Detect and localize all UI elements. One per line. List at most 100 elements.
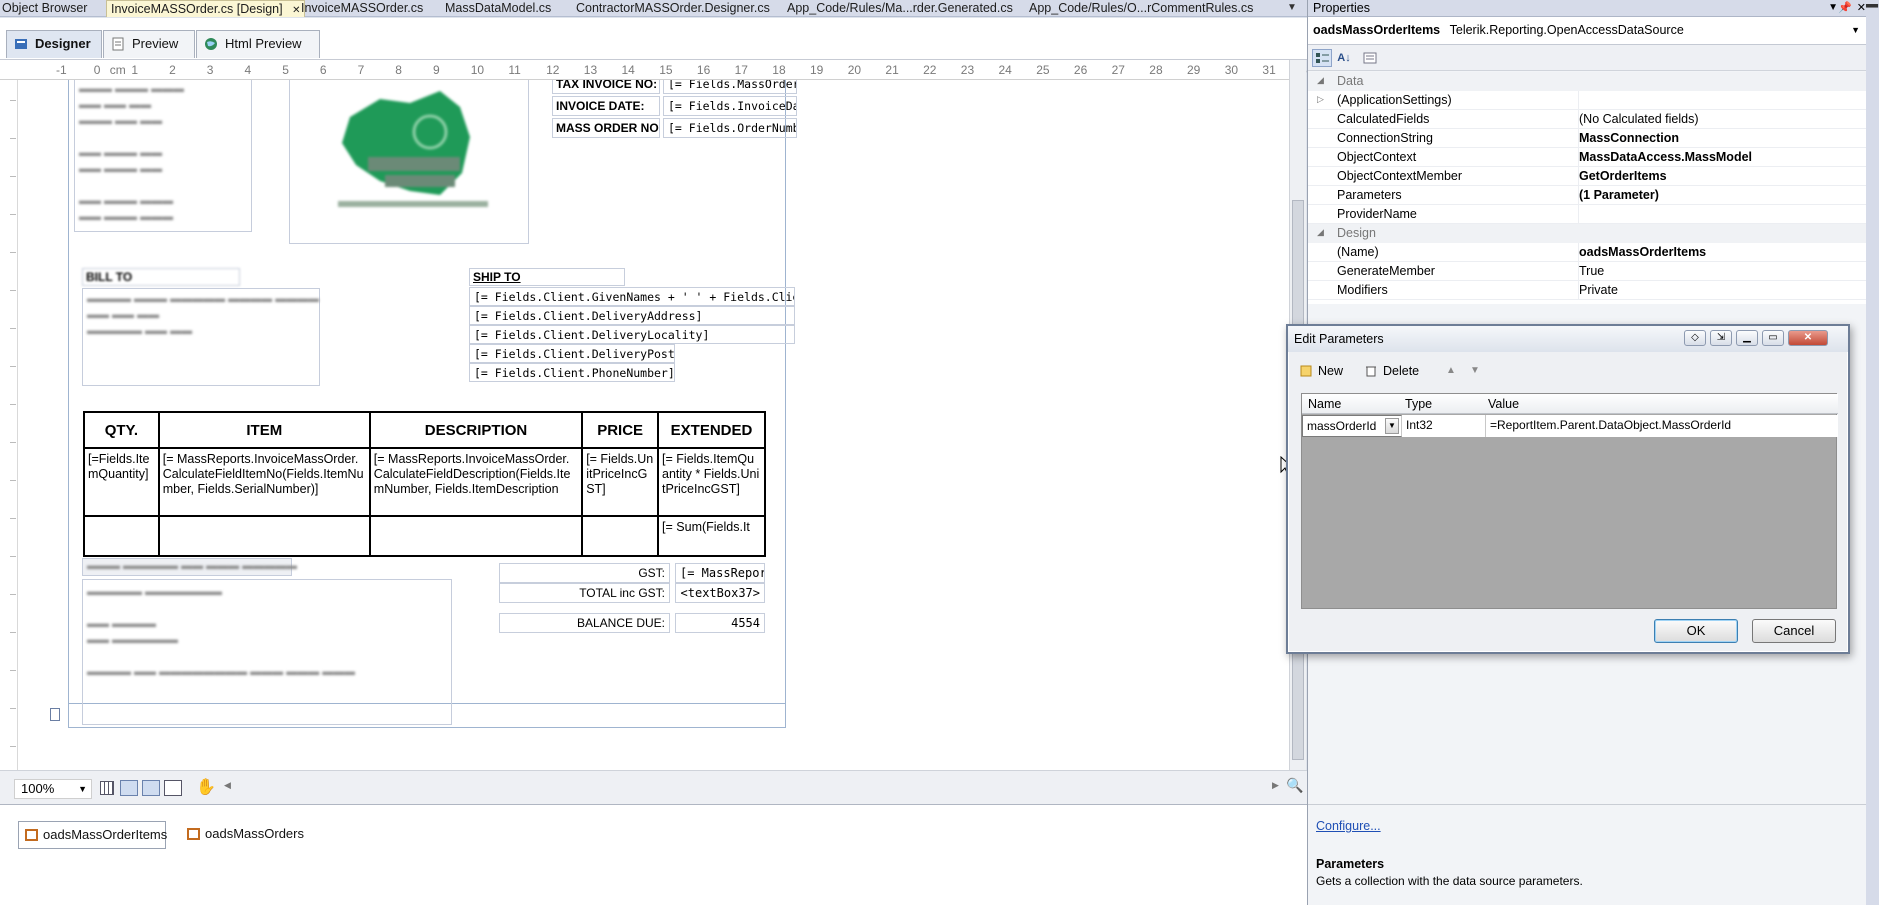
tab-invoice-design[interactable]: InvoiceMASSOrder.cs [Design] ✕ [106,0,306,17]
description-cell[interactable]: [= MassReports.InvoiceMassOrder.Calculat… [368,447,584,517]
dialog-title-bar[interactable]: Edit Parameters ◇ ⇲ ▁ ▭ ✕ [1288,326,1848,352]
pin-icon[interactable]: 📌 [1838,0,1852,16]
balance-due-label[interactable]: BALANCE DUE: [499,613,670,633]
col-qty-header[interactable]: QTY. [83,411,160,449]
chevron-down-icon[interactable]: ▼ [1385,418,1399,434]
footer-cell[interactable] [157,515,371,557]
bank-details-box[interactable]: ▬▬▬▬▬ ▬▬▬▬▬▬▬ ▬▬ ▬▬▬▬ ▬▬ ▬▬▬▬▬▬ ▬▬▬▬ ▬▬ ▬▬▬… [82,579,452,725]
qty-cell[interactable]: [=Fields.ItemQuantity] [83,447,160,517]
gst-field[interactable]: [= MassReports.I [675,563,765,583]
parameter-row[interactable]: massOrderId ▼ Int32 =ReportItem.Parent.D… [1302,415,1838,437]
property-row-parameters[interactable]: Parameters (1 Parameter) [1308,186,1868,205]
gst-label[interactable]: GST: [499,563,670,583]
snap-lines-icon[interactable] [142,780,160,796]
logo-picture-box[interactable] [289,80,529,244]
ok-button[interactable]: OK [1654,619,1738,643]
new-button[interactable]: New [1300,360,1343,382]
items-table[interactable]: QTY. ITEM DESCRIPTION PRICE EXTENDED [=F… [83,411,766,557]
col-item-header[interactable]: ITEM [157,411,371,449]
property-value[interactable]: (1 Parameter) [1579,188,1659,202]
ship-name-field[interactable]: [= Fields.Client.GivenNames + ' ' + Fiel… [469,287,795,306]
restore-icon[interactable]: ⇲ [1710,330,1732,346]
minimize-icon[interactable]: ▁ [1736,330,1758,346]
ruler-toggle-icon[interactable] [164,780,182,796]
property-row[interactable]: GenerateMember True [1308,262,1868,281]
mass-order-label[interactable]: MASS ORDER NO: [552,118,660,138]
hand-tool-icon[interactable]: ✋ [196,777,216,797]
property-value[interactable]: Private [1579,283,1618,297]
ship-to-label[interactable]: SHIP TO [469,268,625,286]
scroll-left-icon[interactable]: ◀ [224,780,231,791]
tray-item-orders[interactable]: oadsMassOrders [181,821,311,849]
expand-icon[interactable]: ▷ [1317,94,1324,105]
parameter-name-combo[interactable]: massOrderId ▼ [1302,415,1402,437]
property-value[interactable]: MassConnection [1579,131,1679,145]
property-row[interactable]: ObjectContextMember GetOrderItems [1308,167,1868,186]
total-inc-gst-label[interactable]: TOTAL inc GST: [499,583,670,603]
maximize-icon[interactable]: ▭ [1762,330,1784,346]
footer-cell[interactable] [83,515,160,557]
column-value-header[interactable]: Value [1488,397,1519,411]
tab-comment-rules[interactable]: App_Code/Rules/O...rCommentRules.cs [1029,0,1253,17]
cancel-button[interactable]: Cancel [1752,619,1836,643]
parameter-value[interactable]: =ReportItem.Parent.DataObject.MassOrderI… [1486,415,1838,437]
price-cell[interactable]: [= Fields.UnitPriceIncGST] [581,447,660,517]
col-extended-header[interactable]: EXTENDED [657,411,766,449]
balance-due-field[interactable]: 4554 [675,613,765,633]
footer-cell[interactable] [368,515,584,557]
ship-address-field[interactable]: [= Fields.Client.DeliveryAddress] [469,306,795,325]
tab-invoice-cs[interactable]: InvoiceMASSOrder.cs [301,0,423,17]
tab-designer[interactable]: Designer [6,30,102,58]
property-value[interactable]: (No Calculated fields) [1579,112,1699,126]
bank-details-title[interactable]: ▬▬▬ ▬▬▬▬▬ ▬▬ ▬▬▬ ▬▬▬▬▬ [82,558,297,576]
snap-grid-icon[interactable] [120,780,138,796]
bill-to-label[interactable]: BILL TO [82,268,240,286]
item-cell[interactable]: [= MassReports.InvoiceMassOrder.Calculat… [157,447,371,517]
property-value[interactable]: True [1579,264,1604,278]
extended-sum-cell[interactable]: [= Sum(Fields.It [657,515,766,557]
zoom-select[interactable]: 100% ▼ [14,779,92,799]
extended-cell[interactable]: [= Fields.ItemQuantity * Fields.UnitPric… [657,447,766,517]
tab-object-browser[interactable]: Object Browser [2,0,87,17]
category-design[interactable]: ◢ Design [1308,224,1868,243]
property-value[interactable]: MassDataAccess.MassModel [1579,150,1752,164]
categorized-icon[interactable] [1312,49,1332,67]
ship-phone-field[interactable]: [= Fields.Client.PhoneNumber] [469,363,675,382]
pin-icon[interactable]: ▌ [1866,4,1877,11]
dropdown-icon[interactable]: ▼ [1828,0,1838,16]
tab-html-preview[interactable]: Html Preview [196,30,320,58]
property-pages-icon[interactable] [1360,49,1380,67]
tab-preview[interactable]: Preview [103,30,195,58]
property-row[interactable]: CalculatedFields (No Calculated fields) [1308,110,1868,129]
parameter-type[interactable]: Int32 [1402,415,1486,437]
scroll-right-icon[interactable]: ▶ [1272,780,1279,791]
col-price-header[interactable]: PRICE [581,411,660,449]
configure-link[interactable]: Configure... [1316,819,1381,833]
total-inc-gst-field[interactable]: <textBox37> [675,583,765,603]
column-type-header[interactable]: Type [1405,397,1432,411]
company-address-box[interactable]: ▬▬▬ ▬▬▬ ▬▬▬ ▬▬ ▬▬ ▬▬ ▬▬▬ ▬▬ ▬▬ ▬▬ ▬▬▬ ▬▬ ▬▬ … [74,80,252,232]
property-value[interactable]: GetOrderItems [1579,169,1667,183]
delete-button[interactable]: Delete [1365,360,1419,382]
move-up-icon[interactable]: ▲ [1446,360,1456,382]
property-row[interactable]: Modifiers Private [1308,281,1868,300]
property-row[interactable]: ObjectContext MassDataAccess.MassModel [1308,148,1868,167]
property-value[interactable]: oadsMassOrderItems [1579,245,1706,259]
property-row[interactable]: ProviderName [1308,205,1868,224]
tax-invoice-field[interactable]: [= Fields.MassOrderId] [663,80,797,94]
object-selector[interactable]: oadsMassOrderItems Telerik.Reporting.Ope… [1308,17,1868,45]
collapse-icon[interactable]: ◢ [1317,75,1324,86]
footer-cell[interactable] [581,515,660,557]
col-description-header[interactable]: DESCRIPTION [368,411,584,449]
property-row[interactable]: (Name) oadsMassOrderItems [1308,243,1868,262]
collapse-icon[interactable]: ◢ [1317,227,1324,238]
category-data[interactable]: ◢ Data [1308,72,1868,91]
tab-list-dropdown-icon[interactable]: ▼ [1287,2,1297,13]
ship-locality-field[interactable]: [= Fields.Client.DeliveryLocality] [469,325,795,344]
section-marker-icon[interactable] [50,708,60,721]
alphabetical-icon[interactable]: A↓ [1334,49,1354,67]
zoom-magnifier-icon[interactable]: 🔍 [1286,777,1303,794]
bill-to-address-box[interactable]: ▬▬▬▬ ▬▬▬ ▬▬▬▬▬ ▬▬▬▬ ▬▬▬▬ ▬▬ ▬▬ ▬▬ ▬▬▬▬▬ ▬▬… [82,288,320,386]
help-icon[interactable]: ◇ [1684,330,1706,346]
tray-item-order-items[interactable]: oadsMassOrderItems [18,821,167,849]
